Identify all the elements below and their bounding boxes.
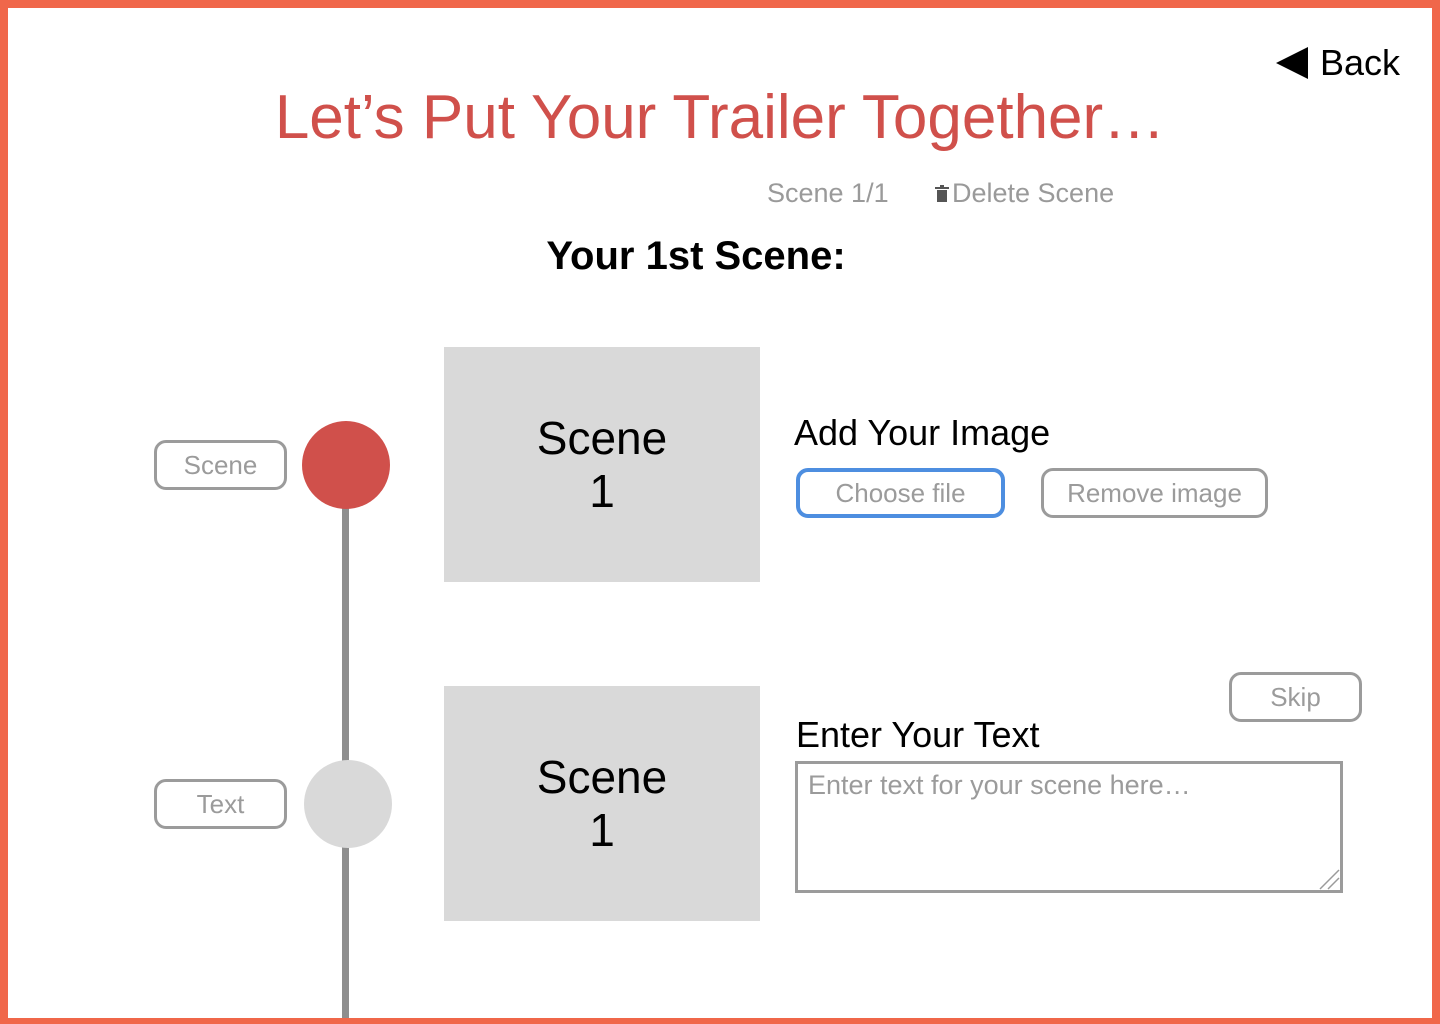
back-arrow-icon <box>1276 47 1308 79</box>
timeline-line <box>342 488 349 1018</box>
step-scene-button[interactable]: Scene <box>154 440 287 490</box>
page-title: Let’s Put Your Trailer Together… <box>274 83 1166 152</box>
preview-number: 1 <box>589 464 615 517</box>
preview-number: 1 <box>589 803 615 856</box>
delete-scene-label: Delete Scene <box>952 178 1115 208</box>
back-button[interactable]: Back <box>1276 42 1400 84</box>
delete-scene-button[interactable]: Delete Scene <box>935 178 1115 209</box>
preview-title: Scene <box>536 411 668 464</box>
scene-heading: Your 1st Scene: <box>546 234 846 278</box>
preview-title: Scene <box>536 750 668 803</box>
choose-file-button[interactable]: Choose file <box>796 468 1005 518</box>
add-image-heading: Add Your Image <box>794 412 1051 453</box>
enter-text-heading: Enter Your Text <box>796 714 1040 755</box>
remove-image-button[interactable]: Remove image <box>1041 468 1268 518</box>
back-label: Back <box>1320 42 1401 83</box>
scene-text-preview: Scene 1 <box>444 686 760 921</box>
trash-icon <box>935 185 949 202</box>
scene-text-input[interactable] <box>795 761 1343 893</box>
resize-grip-icon[interactable] <box>1318 868 1340 890</box>
step-text-button[interactable]: Text <box>154 779 287 829</box>
page-frame: Back Let’s Put Your Trailer Together… Sc… <box>0 0 1440 1024</box>
scene-counter: Scene 1/1 <box>767 178 889 208</box>
timeline-node-scene[interactable] <box>302 421 390 509</box>
scene-image-preview: Scene 1 <box>444 347 760 582</box>
skip-button[interactable]: Skip <box>1229 672 1362 722</box>
timeline-node-text[interactable] <box>304 760 392 848</box>
